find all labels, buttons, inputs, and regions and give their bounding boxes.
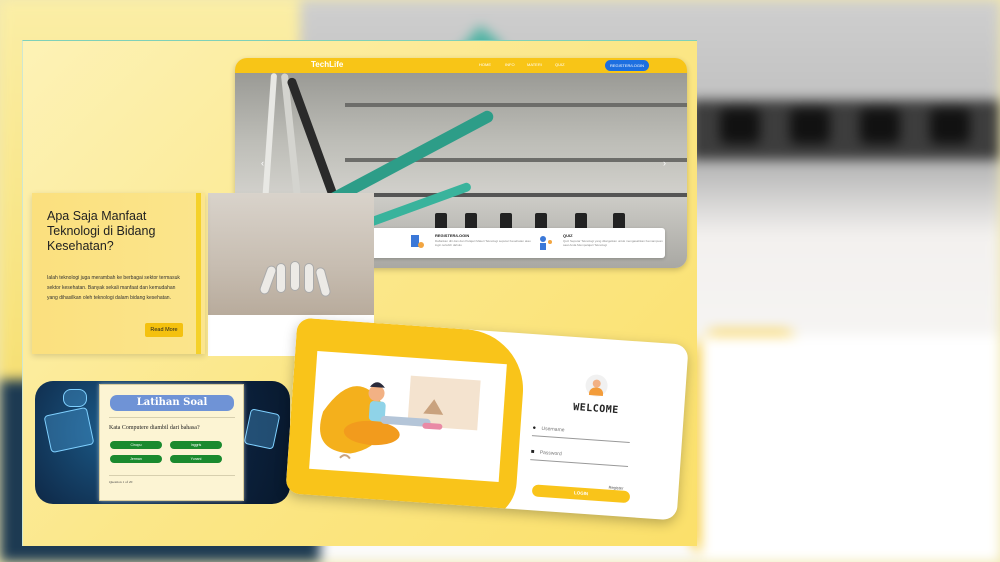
quiz-option[interactable]: Cinopu <box>110 441 162 449</box>
collage-slide: ‹ › TechLife HOME INFO MATERI QUIZ REGIS… <box>22 40 697 546</box>
feature-quiz[interactable]: QUIZ Quiz Seputar Teknologi yang ditarge… <box>537 233 667 255</box>
quiz-option[interactable]: Yunani <box>170 455 222 463</box>
register-login-button[interactable]: REGISTER/LOGIN <box>605 60 649 71</box>
password-input[interactable] <box>539 449 628 462</box>
quiz-title: Latihan Soal <box>110 395 234 411</box>
quiz-icon <box>540 236 552 250</box>
arrow-right-icon[interactable]: › <box>663 158 666 168</box>
nav-info[interactable]: INFO <box>505 62 515 67</box>
article-accent-stripe <box>196 193 201 354</box>
quiz-option[interactable]: Inggris <box>170 441 222 449</box>
login-card: WELCOME ● ■ Register LOGIN <box>285 317 689 521</box>
username-field[interactable]: ● <box>531 424 631 444</box>
brand-logo[interactable]: TechLife <box>311 60 343 69</box>
nav-materi[interactable]: MATERI <box>527 62 542 67</box>
article-title: Apa Saja Manfaat Teknologi di Bidang Kes… <box>47 209 156 253</box>
navbar: TechLife HOME INFO MATERI QUIZ REGISTER/… <box>235 58 687 73</box>
article-card: Apa Saja Manfaat Teknologi di Bidang Kes… <box>32 193 205 354</box>
relaxing-person-illustration <box>320 375 481 460</box>
username-input[interactable] <box>541 425 630 438</box>
illustration <box>309 350 507 482</box>
nav-quiz[interactable]: QUIZ <box>555 62 565 67</box>
quiz-sheet: Latihan Soal Kata Computere diambil dari… <box>99 384 244 501</box>
avatar <box>584 373 609 398</box>
quiz-counter: Question 1 of 20 <box>109 480 133 484</box>
arrow-left-icon[interactable]: ‹ <box>261 158 264 168</box>
feature-register[interactable]: REGISTER/LOGIN Daftarkan diri dan dan Pe… <box>409 233 539 255</box>
quiz-option[interactable]: Jerman <box>110 455 162 463</box>
user-icon: ● <box>532 425 537 432</box>
nav-home[interactable]: HOME <box>479 62 491 67</box>
welcome-title: WELCOME <box>572 401 620 417</box>
quiz-card: Latihan Soal Kata Computere diambil dari… <box>35 381 290 504</box>
quiz-question: Kata Computere diambil dari bahasa? <box>109 425 200 431</box>
article-body: Ialah teknologi juga merambah ke berbaga… <box>47 275 180 301</box>
read-more-button[interactable]: Read More <box>145 323 183 337</box>
lock-icon: ■ <box>530 449 535 456</box>
password-field[interactable]: ■ <box>530 448 629 467</box>
register-icon <box>411 235 424 248</box>
